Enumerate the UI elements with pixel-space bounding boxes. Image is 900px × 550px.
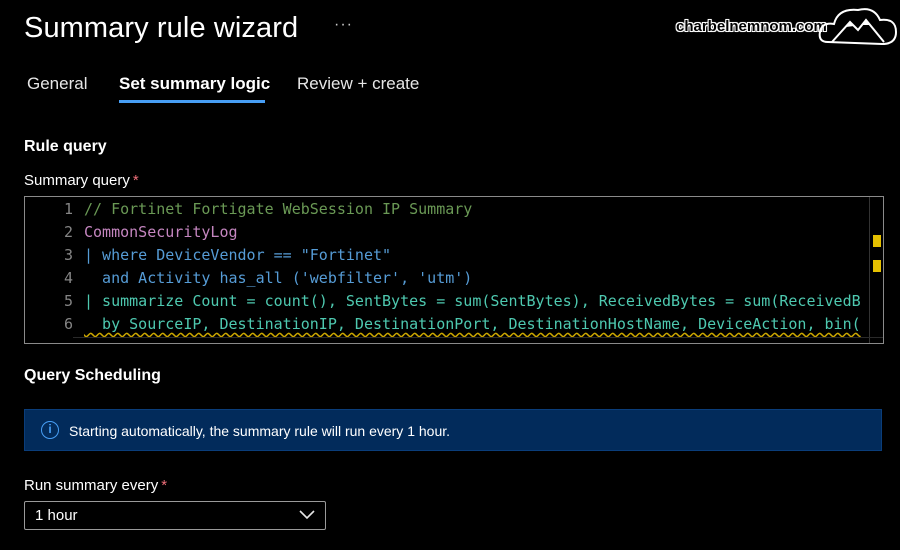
summary-query-label: Summary query * <box>24 172 139 189</box>
line-number: 3 <box>63 246 73 264</box>
editor-horizontal-scrollbar[interactable] <box>73 337 883 343</box>
line-number: 5 <box>63 292 73 310</box>
rule-query-heading: Rule query <box>24 138 107 155</box>
code-line: 2 CommonSecurityLog <box>25 221 883 243</box>
query-scheduling-heading: Query Scheduling <box>24 367 161 384</box>
dropdown-selected-value: 1 hour <box>35 507 78 524</box>
more-options-icon[interactable]: ··· <box>334 16 353 34</box>
info-banner: i Starting automatically, the summary ru… <box>24 409 882 451</box>
cloud-mountain-logo <box>818 8 898 46</box>
chevron-down-icon <box>299 510 315 520</box>
code-text: and Activity has_all ('webfilter', 'utm'… <box>84 269 473 287</box>
code-line: 6 by SourceIP, DestinationIP, Destinatio… <box>25 313 883 335</box>
code-text: CommonSecurityLog <box>84 223 238 241</box>
line-number: 6 <box>63 315 73 333</box>
run-summary-every-dropdown[interactable]: 1 hour <box>24 501 326 530</box>
tab-set-summary-logic[interactable]: Set summary logic <box>119 74 270 94</box>
required-mark: * <box>161 477 168 494</box>
line-number: 2 <box>63 223 73 241</box>
wizard-tabs: General Set summary logic Review + creat… <box>24 72 444 106</box>
tab-review-create[interactable]: Review + create <box>297 74 419 94</box>
info-icon: i <box>41 421 59 439</box>
code-text: | summarize Count = count(), SentBytes =… <box>84 292 861 310</box>
line-number: 1 <box>63 200 73 218</box>
page-title: Summary rule wizard <box>24 12 299 44</box>
summary-query-editor[interactable]: 1 // Fortinet Fortigate WebSession IP Su… <box>24 196 884 344</box>
selected-tab-indicator <box>119 100 265 103</box>
summary-query-label-text: Summary query <box>24 172 130 189</box>
info-banner-text: Starting automatically, the summary rule… <box>69 423 451 439</box>
editor-vertical-scrollbar[interactable] <box>869 197 883 343</box>
required-mark: * <box>132 172 139 189</box>
watermark-text: charbelnemnom.com <box>676 18 827 35</box>
line-number: 4 <box>63 269 73 287</box>
code-text: // Fortinet Fortigate WebSession IP Summ… <box>84 200 473 218</box>
code-line: 3 | where DeviceVendor == "Fortinet" <box>25 244 883 266</box>
run-summary-label: Run summary every * <box>24 477 167 494</box>
code-text: | where DeviceVendor == "Fortinet" <box>84 246 392 264</box>
run-summary-label-text: Run summary every <box>24 477 159 494</box>
tab-general[interactable]: General <box>27 74 87 94</box>
code-text: by SourceIP, DestinationIP, DestinationP… <box>84 315 861 333</box>
code-line: 1 // Fortinet Fortigate WebSession IP Su… <box>25 198 883 220</box>
code-line: 4 and Activity has_all ('webfilter', 'ut… <box>25 267 883 289</box>
warning-marker <box>873 260 881 272</box>
code-line: 5 | summarize Count = count(), SentBytes… <box>25 290 883 312</box>
warning-marker <box>873 235 881 247</box>
